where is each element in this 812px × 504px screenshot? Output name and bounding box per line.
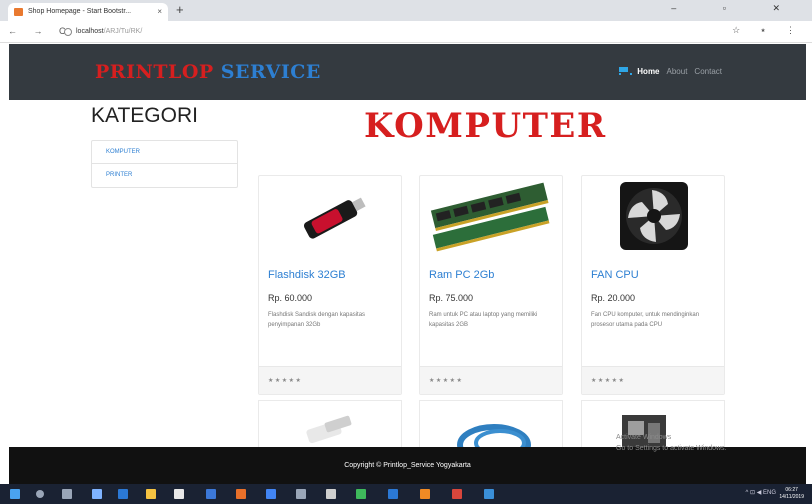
- windows-activation-watermark: Activate Windows Go to Settings to activ…: [616, 432, 727, 454]
- store-icon[interactable]: [174, 489, 184, 499]
- edge-icon[interactable]: [118, 489, 128, 499]
- product-rating: ★★★★★: [259, 366, 401, 394]
- product-card-partial: [258, 400, 402, 450]
- favicon-icon: [14, 8, 23, 16]
- product-price: Rp. 75.000: [429, 293, 474, 303]
- url-path: /ARJ/Tu/RK/: [103, 28, 143, 35]
- product-name[interactable]: Flashdisk 32GB: [268, 269, 346, 281]
- start-icon[interactable]: [10, 489, 20, 499]
- product-rating: ★★★★★: [420, 366, 562, 394]
- product-description: Fan CPU komputer, untuk mendinginkan pro…: [591, 312, 700, 328]
- cart-icon[interactable]: [617, 66, 633, 76]
- product-rating: ★★★★★: [582, 366, 724, 394]
- task-view-icon[interactable]: [62, 489, 72, 499]
- ram-image[interactable]: [420, 176, 564, 256]
- product-card: Ram PC 2Gb Rp. 75.000 Ram untuk PC atau …: [419, 175, 563, 395]
- nav-about[interactable]: About: [667, 67, 688, 76]
- app-icon[interactable]: [296, 489, 306, 499]
- browser-tab[interactable]: Shop Homepage - Start Bootstr... ×: [8, 3, 168, 21]
- page-heading: KOMPUTER: [364, 106, 607, 146]
- url-host: localhost: [76, 28, 104, 35]
- nav-links: Home About Contact: [617, 66, 722, 76]
- brand-logo[interactable]: PRINTLOP SERVICE: [95, 61, 321, 83]
- clock-date: 14/11/2019: [779, 494, 804, 500]
- app-icon[interactable]: [484, 489, 494, 499]
- product-name[interactable]: FAN CPU: [591, 269, 639, 281]
- product-price: Rp. 20.000: [591, 293, 636, 303]
- app-icon[interactable]: [206, 489, 216, 499]
- category-item-komputer[interactable]: KOMPUTER: [92, 141, 237, 164]
- cable-image: [457, 424, 531, 466]
- app-icon[interactable]: [388, 489, 398, 499]
- app-icon[interactable]: [356, 489, 366, 499]
- flashdisk-image[interactable]: [259, 176, 403, 256]
- browser-tab-bar: Shop Homepage - Start Bootstr... × + – ▫…: [0, 0, 812, 21]
- system-tray[interactable]: ^ ⊡ ◀ ENG: [746, 489, 776, 496]
- product-name[interactable]: Ram PC 2Gb: [429, 269, 494, 281]
- chrome-icon[interactable]: [236, 489, 246, 499]
- footer-copyright: Copyright © Printlop_Service Yogyakarta: [344, 462, 471, 469]
- brand-part1: PRINTLOP: [95, 61, 214, 83]
- product-card: Flashdisk 32GB Rp. 60.000 Flashdisk Sand…: [258, 175, 402, 395]
- site-navbar: PRINTLOP SERVICE Home About Contact: [9, 44, 806, 100]
- app-icon[interactable]: [452, 489, 462, 499]
- category-list: KOMPUTER PRINTER: [91, 140, 238, 188]
- app-icon[interactable]: [266, 489, 276, 499]
- app-icon[interactable]: [92, 489, 102, 499]
- tab-close-icon[interactable]: ×: [157, 7, 162, 16]
- windows-taskbar: ^ ⊡ ◀ ENG 06:27 14/11/2019: [0, 484, 812, 504]
- sidebar-title: KATEGORI: [91, 104, 198, 127]
- watermark-line2: Go to Settings to activate Windows.: [616, 445, 727, 452]
- address-bar-row: ← → C localhost/ARJ/Tu/RK/ ☆ ⭑ ⋮: [0, 21, 812, 43]
- app-icon[interactable]: [326, 489, 336, 499]
- watermark-line1: Activate Windows: [616, 434, 672, 441]
- product-description: Ram untuk PC atau laptop yang memiliki k…: [429, 312, 538, 328]
- product-card-partial: [419, 400, 563, 466]
- fan-image[interactable]: [582, 176, 726, 256]
- nav-contact[interactable]: Contact: [694, 67, 722, 76]
- category-item-printer[interactable]: PRINTER: [92, 164, 237, 187]
- clock-time: 06:27: [785, 487, 798, 493]
- product-description: Flashdisk Sandisk dengan kapasitas penyi…: [268, 312, 366, 328]
- brand-part2: SERVICE: [220, 61, 321, 83]
- app-icon[interactable]: [420, 489, 430, 499]
- search-icon[interactable]: [36, 490, 44, 498]
- browser-toolbar-icons[interactable]: ☆ ⭑ ⋮: [732, 25, 804, 36]
- new-tab-button[interactable]: +: [176, 2, 184, 17]
- nav-home[interactable]: Home: [637, 67, 659, 76]
- usb-image: [306, 415, 352, 444]
- tab-title: Shop Homepage - Start Bootstr...: [28, 8, 132, 15]
- info-icon: [64, 28, 72, 36]
- window-controls[interactable]: – ▫ ✕: [671, 3, 802, 14]
- product-price: Rp. 60.000: [268, 293, 313, 303]
- explorer-icon[interactable]: [146, 489, 156, 499]
- product-card: FAN CPU Rp. 20.000 Fan CPU komputer, unt…: [581, 175, 725, 395]
- url-input[interactable]: localhost/ARJ/Tu/RK/: [62, 25, 722, 39]
- taskbar-clock[interactable]: 06:27 14/11/2019: [779, 487, 804, 501]
